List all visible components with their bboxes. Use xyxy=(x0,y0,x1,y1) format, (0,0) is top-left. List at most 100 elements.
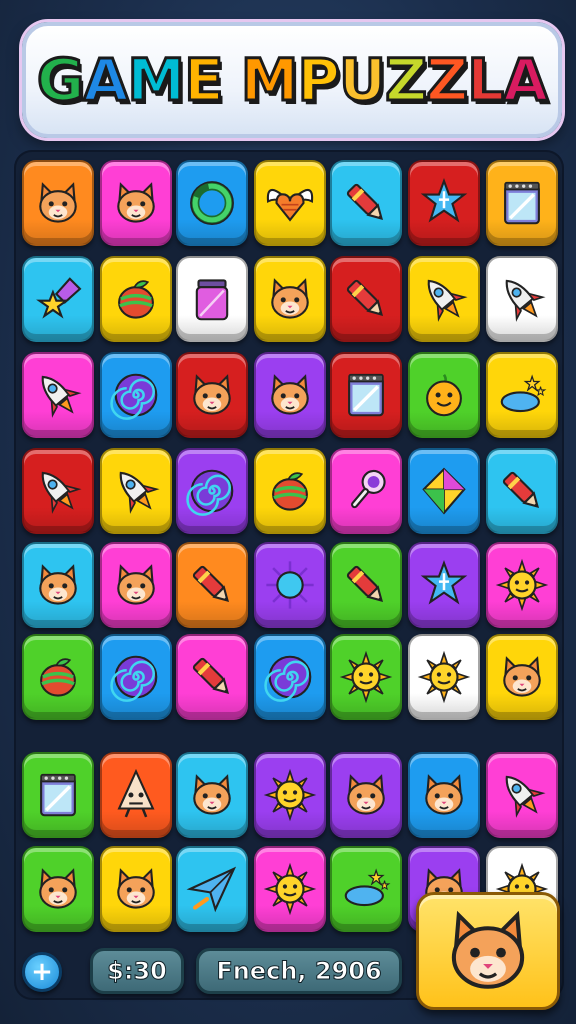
puzzle-tile[interactable] xyxy=(254,542,326,628)
puzzle-tile[interactable] xyxy=(176,542,248,628)
puzzle-tile[interactable] xyxy=(330,752,402,838)
puzzle-tile[interactable] xyxy=(330,634,402,720)
puzzle-tile[interactable] xyxy=(254,160,326,246)
spiral-icon xyxy=(110,373,158,420)
puzzle-tile[interactable] xyxy=(176,846,248,932)
title-banner: GAME MPUZZLA xyxy=(22,22,562,138)
sun-face-icon xyxy=(417,650,471,704)
puzzle-tile[interactable] xyxy=(176,352,248,438)
puzzle-tile[interactable] xyxy=(254,752,326,838)
puzzle-tile[interactable] xyxy=(22,352,94,438)
title-letter: P xyxy=(296,45,341,116)
puzzle-tile[interactable] xyxy=(22,752,94,838)
puzzle-tile[interactable] xyxy=(254,256,326,342)
puzzle-tile[interactable] xyxy=(254,846,326,932)
crayon-icon xyxy=(502,471,540,509)
notepad-icon xyxy=(348,373,384,417)
puzzle-tile[interactable] xyxy=(330,352,402,438)
puzzle-tile[interactable] xyxy=(408,256,480,342)
puzzle-tile[interactable] xyxy=(100,634,172,720)
cat-face-icon xyxy=(503,656,541,697)
notepad-icon xyxy=(40,773,76,817)
cat-face-icon xyxy=(39,182,77,223)
puzzle-tile[interactable] xyxy=(176,634,248,720)
shooting-star-icon xyxy=(36,277,82,319)
rocket-icon xyxy=(41,471,82,514)
cat-face-icon xyxy=(117,564,155,605)
puzzle-tile[interactable] xyxy=(486,352,558,438)
title-letter: A xyxy=(502,45,550,116)
puzzle-tile[interactable] xyxy=(100,542,172,628)
puzzle-tile[interactable] xyxy=(176,256,248,342)
crayon-icon xyxy=(346,279,384,317)
cat-face-icon xyxy=(193,374,231,415)
puzzle-tile[interactable] xyxy=(100,160,172,246)
puzzle-tile[interactable] xyxy=(486,256,558,342)
cloud-stars-icon xyxy=(500,374,547,413)
puzzle-tile[interactable] xyxy=(330,448,402,534)
puzzle-tile[interactable] xyxy=(408,352,480,438)
puzzle-tile[interactable] xyxy=(408,448,480,534)
puzzle-tile[interactable] xyxy=(22,256,94,342)
puzzle-tile[interactable] xyxy=(100,846,172,932)
striped-fruit-icon xyxy=(40,658,76,697)
paper-plane-icon xyxy=(186,866,237,913)
crayon-icon xyxy=(346,565,384,603)
puzzle-tile[interactable] xyxy=(486,160,558,246)
puzzle-tile[interactable] xyxy=(22,634,94,720)
jar-icon xyxy=(195,279,229,321)
puzzle-tile[interactable] xyxy=(486,752,558,838)
cat-face-icon xyxy=(39,564,77,605)
puzzle-tile[interactable] xyxy=(486,634,558,720)
striped-fruit-icon xyxy=(272,472,308,511)
title-letter: A xyxy=(82,45,130,116)
puzzle-tile[interactable] xyxy=(254,448,326,534)
rocket-icon xyxy=(41,375,82,418)
striped-fruit-icon xyxy=(118,280,154,319)
title-letter: G xyxy=(35,45,86,116)
puzzle-tile[interactable] xyxy=(330,846,402,932)
puzzle-tile[interactable] xyxy=(176,448,248,534)
selected-tile[interactable] xyxy=(416,892,560,1010)
puzzle-tile[interactable] xyxy=(254,352,326,438)
puzzle-tile[interactable] xyxy=(408,542,480,628)
add-button[interactable]: + xyxy=(22,952,62,992)
puzzle-tile[interactable] xyxy=(330,256,402,342)
spiral-icon xyxy=(110,655,158,702)
sun-face-icon xyxy=(495,558,549,612)
puzzle-tile[interactable] xyxy=(176,752,248,838)
crayon-icon xyxy=(192,657,230,695)
puzzle-tile[interactable] xyxy=(486,448,558,534)
title-letter: L xyxy=(466,45,506,116)
puzzle-tile[interactable] xyxy=(254,634,326,720)
rocket-icon xyxy=(119,471,160,514)
swirl-ring-icon xyxy=(190,181,234,225)
sun-face-icon xyxy=(263,768,317,822)
star-badge-icon xyxy=(420,560,468,605)
cat-face-icon xyxy=(117,868,155,909)
puzzle-tile[interactable] xyxy=(408,752,480,838)
puzzle-tile[interactable] xyxy=(408,634,480,720)
sun-face-icon xyxy=(339,650,393,704)
puzzle-tile[interactable] xyxy=(22,160,94,246)
puzzle-tile[interactable] xyxy=(100,256,172,342)
puzzle-tile[interactable] xyxy=(100,752,172,838)
title-letter: M xyxy=(126,45,187,116)
puzzle-tile[interactable] xyxy=(22,448,94,534)
puzzle-tile[interactable] xyxy=(330,542,402,628)
cat-face-icon xyxy=(117,182,155,223)
puzzle-tile[interactable] xyxy=(486,542,558,628)
puzzle-tile[interactable] xyxy=(100,448,172,534)
puzzle-tile[interactable] xyxy=(330,160,402,246)
puzzle-tile[interactable] xyxy=(22,846,94,932)
game-board xyxy=(14,150,564,1000)
sun-face-icon xyxy=(263,862,317,916)
cat-face-icon xyxy=(347,774,385,815)
title-letter: M xyxy=(239,45,300,116)
puzzle-tile[interactable] xyxy=(22,542,94,628)
title-letter: Z xyxy=(384,45,429,116)
crayon-icon xyxy=(346,183,384,221)
puzzle-tile[interactable] xyxy=(176,160,248,246)
puzzle-tile[interactable] xyxy=(408,160,480,246)
puzzle-tile[interactable] xyxy=(100,352,172,438)
